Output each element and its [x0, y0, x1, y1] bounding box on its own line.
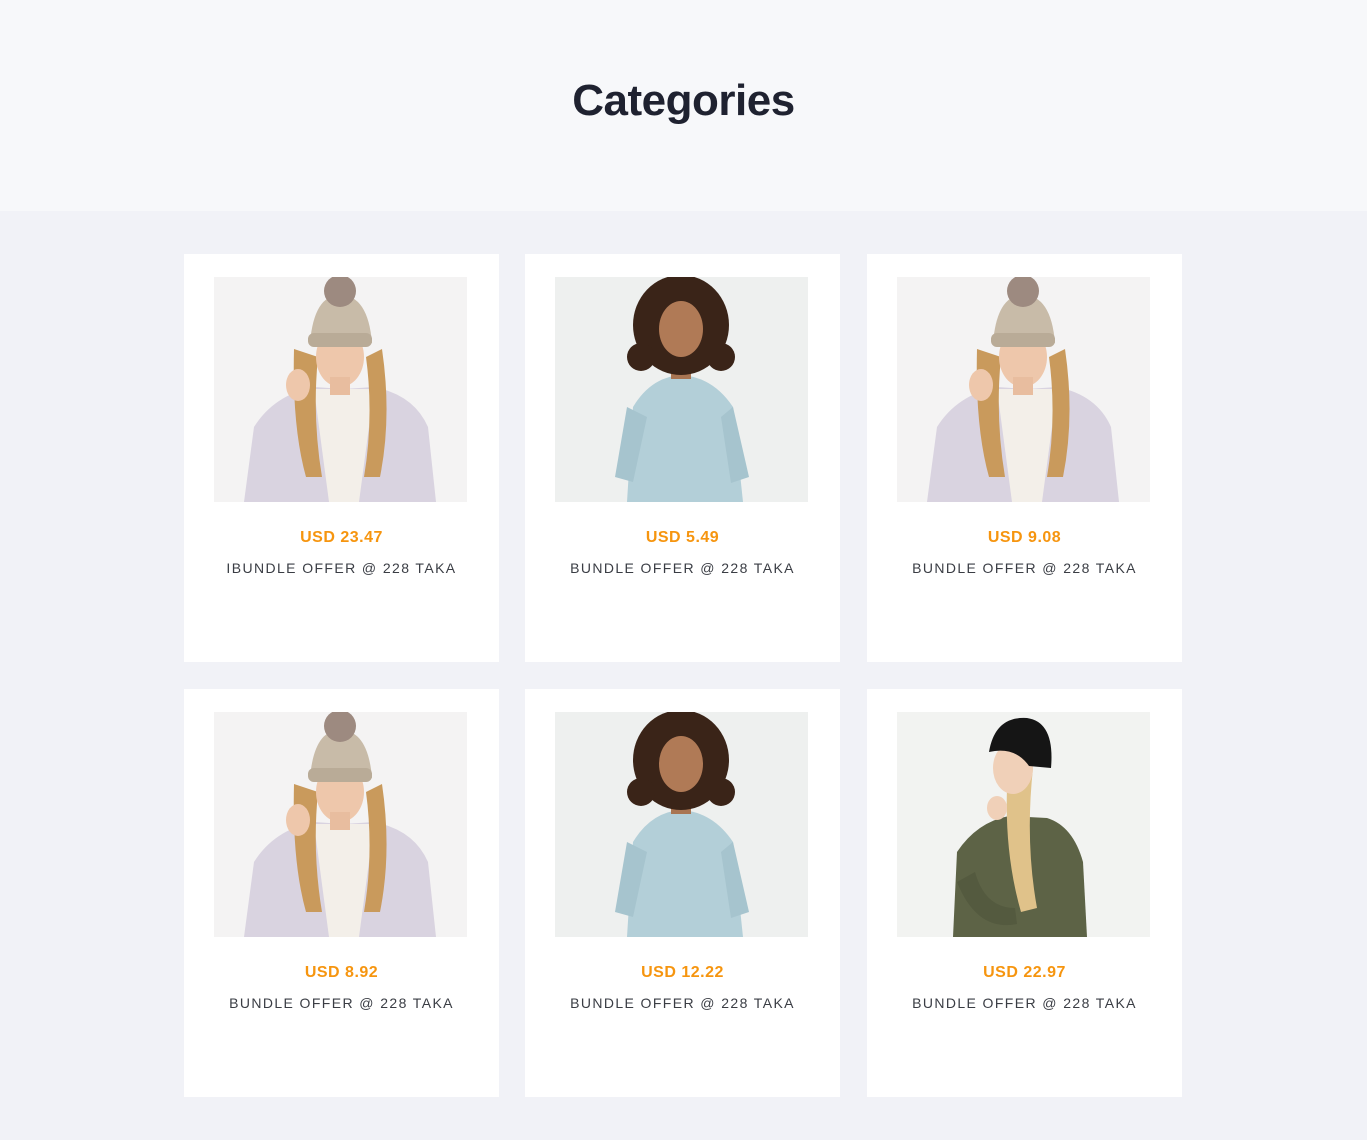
product-price: USD 8.92	[304, 964, 379, 981]
page-title: Categories	[572, 76, 795, 125]
product-price: USD 9.08	[987, 529, 1062, 546]
product-price: USD 5.49	[645, 529, 720, 546]
product-card[interactable]: USD 8.92 BUNDLE OFFER @ 228 TAKA	[184, 689, 499, 1097]
product-price: USD 23.47	[300, 529, 383, 546]
product-title[interactable]: BUNDLE OFFER @ 228 TAKA	[525, 995, 840, 1011]
product-image[interactable]	[214, 712, 467, 937]
product-card[interactable]: USD 5.49 BUNDLE OFFER @ 228 TAKA	[525, 254, 840, 662]
product-card[interactable]: USD 9.08 BUNDLE OFFER @ 228 TAKA	[867, 254, 1182, 662]
product-price: USD 22.97	[983, 964, 1066, 981]
product-title[interactable]: BUNDLE OFFER @ 228 TAKA	[867, 995, 1182, 1011]
product-title[interactable]: BUNDLE OFFER @ 228 TAKA	[184, 995, 499, 1011]
product-image[interactable]	[555, 277, 808, 502]
product-title[interactable]: IBUNDLE OFFER @ 228 TAKA	[184, 560, 499, 576]
product-image[interactable]	[897, 277, 1150, 502]
product-image[interactable]	[897, 712, 1150, 937]
product-image[interactable]	[555, 712, 808, 937]
product-price: USD 12.22	[641, 964, 724, 981]
product-card[interactable]: USD 23.47 IBUNDLE OFFER @ 228 TAKA	[184, 254, 499, 662]
product-title[interactable]: BUNDLE OFFER @ 228 TAKA	[867, 560, 1182, 576]
product-title[interactable]: BUNDLE OFFER @ 228 TAKA	[525, 560, 840, 576]
page-header: Categories	[0, 0, 1367, 211]
product-card[interactable]: USD 12.22 BUNDLE OFFER @ 228 TAKA	[525, 689, 840, 1097]
product-card[interactable]: USD 22.97 BUNDLE OFFER @ 228 TAKA	[867, 689, 1182, 1097]
product-image[interactable]	[214, 277, 467, 502]
